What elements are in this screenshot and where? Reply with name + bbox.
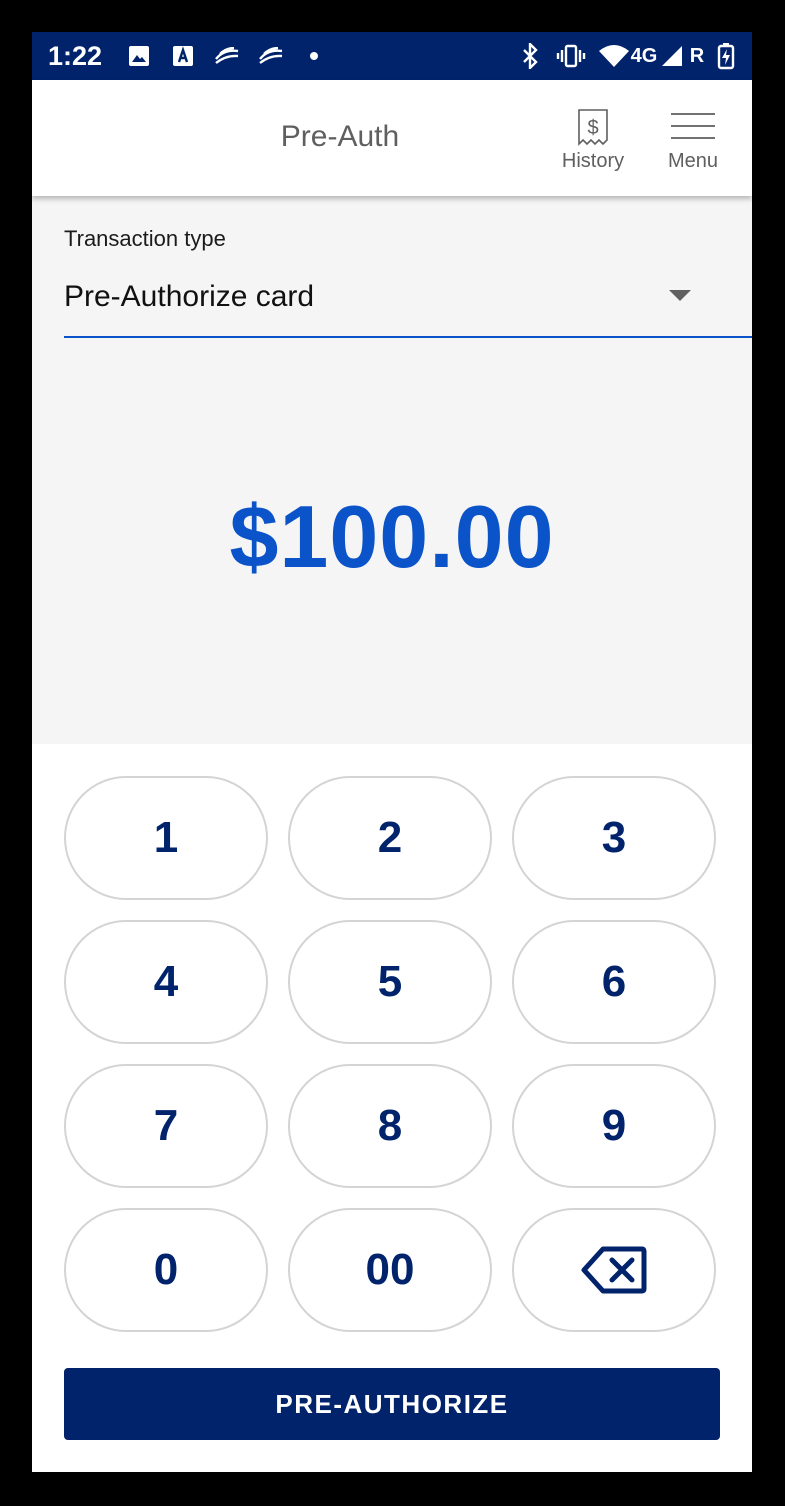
- key-1[interactable]: 1: [64, 776, 268, 900]
- key-5[interactable]: 5: [288, 920, 492, 1044]
- bluetooth-icon: [520, 42, 540, 70]
- pre-authorize-button[interactable]: PRE-AUTHORIZE: [64, 1368, 720, 1440]
- app-bar: Pre-Auth $ History Menu: [32, 80, 752, 196]
- menu-button[interactable]: Menu: [648, 106, 738, 176]
- network-type: 4G: [630, 44, 658, 67]
- key-3[interactable]: 3: [512, 776, 716, 900]
- key-0[interactable]: 0: [64, 1208, 268, 1332]
- key-4[interactable]: 4: [64, 920, 268, 1044]
- key-9[interactable]: 9: [512, 1064, 716, 1188]
- vibrate-icon: [556, 42, 586, 70]
- history-label: History: [561, 150, 625, 172]
- amount-display: $100.00: [229, 487, 555, 586]
- hamburger-menu-icon: [671, 113, 715, 139]
- backspace-key[interactable]: [512, 1208, 716, 1332]
- status-bar: 1:22 4G R: [32, 32, 752, 80]
- font-icon: [172, 42, 194, 70]
- image-icon: [128, 42, 150, 70]
- backspace-icon: [581, 1246, 647, 1294]
- signal-icon: [660, 42, 684, 70]
- key-8[interactable]: 8: [288, 1064, 492, 1188]
- stock-app-icon-2: [258, 42, 284, 70]
- transaction-type-value: Pre-Authorize card: [64, 280, 315, 313]
- history-button[interactable]: $ History: [548, 106, 638, 176]
- key-00[interactable]: 00: [288, 1208, 492, 1332]
- menu-label: Menu: [667, 150, 719, 172]
- transaction-type-label: Transaction type: [64, 226, 226, 251]
- notification-dot-icon: [308, 42, 320, 70]
- roaming-indicator: R: [689, 44, 705, 67]
- key-7[interactable]: 7: [64, 1064, 268, 1188]
- transaction-type-dropdown[interactable]: Pre-Authorize card: [64, 268, 752, 338]
- battery-charging-icon: [716, 42, 736, 70]
- amount-section: Transaction type Pre-Authorize card $100…: [32, 196, 752, 744]
- key-2[interactable]: 2: [288, 776, 492, 900]
- key-6[interactable]: 6: [512, 920, 716, 1044]
- status-time: 1:22: [48, 41, 103, 71]
- phone-screen: 1:22 4G R Pre-Auth $ History Menu Transa…: [32, 32, 752, 1472]
- svg-text:$: $: [587, 117, 598, 139]
- wifi-icon: [598, 42, 630, 70]
- stock-app-icon: [214, 42, 240, 70]
- receipt-dollar-icon: $: [578, 109, 608, 146]
- dropdown-caret-icon: [669, 290, 691, 301]
